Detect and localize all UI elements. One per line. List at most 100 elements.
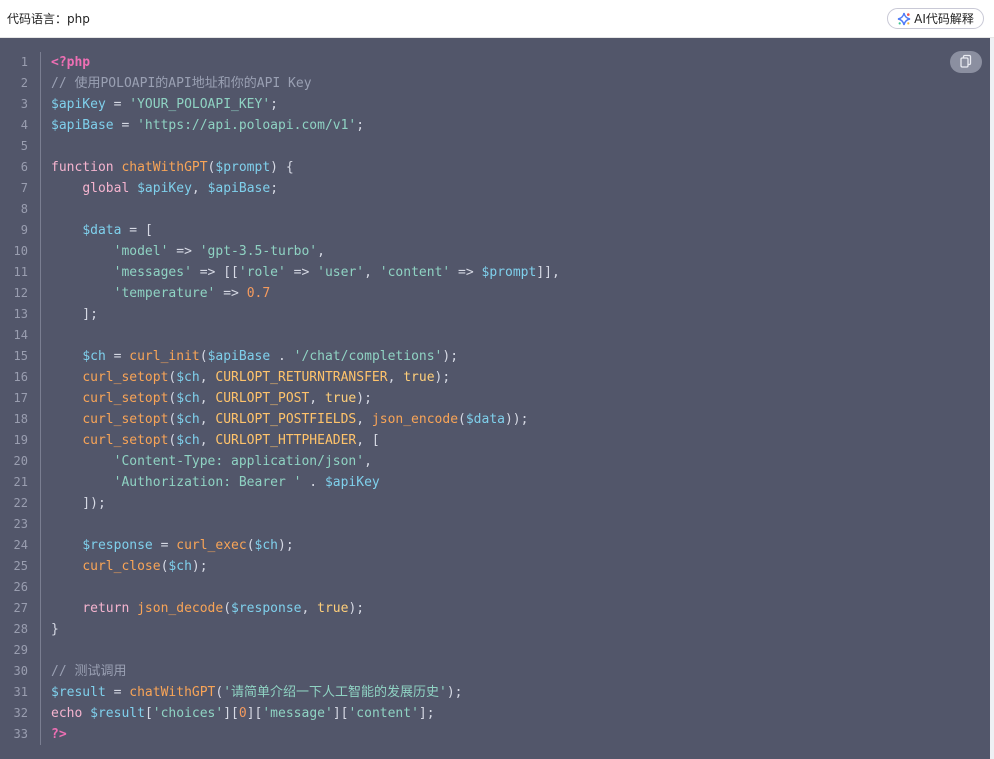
code-line: 30 // 测试调用 <box>0 661 940 682</box>
code-text: $apiKey = 'YOUR_POLOAPI_KEY'; <box>51 94 278 115</box>
code-line: 21 'Authorization: Bearer ' . $apiKey <box>0 472 940 493</box>
ai-code-explain-button[interactable]: AI代码解释 <box>887 8 984 29</box>
code-token: = <box>105 349 130 364</box>
code-token: 'user' <box>317 265 365 280</box>
code-token: $result <box>90 706 145 721</box>
copy-code-button[interactable] <box>950 51 982 73</box>
code-line: 3 $apiKey = 'YOUR_POLOAPI_KEY'; <box>0 94 940 115</box>
line-number: 4 <box>20 118 28 132</box>
code-text: $response = curl_exec($ch); <box>51 535 293 556</box>
code-line: 1 <?php <box>0 52 940 73</box>
code-token: curl_init <box>129 349 200 364</box>
code-token: global <box>82 181 130 196</box>
code-token: curl_exec <box>176 538 247 553</box>
code-token: curl_setopt <box>82 370 169 385</box>
code-text: ?> <box>51 724 67 745</box>
code-token: $apiKey <box>324 475 380 490</box>
code-token: ); <box>446 685 463 700</box>
line-number: 7 <box>20 181 28 195</box>
code-language-label: 代码语言：php <box>7 12 90 26</box>
line-number: 18 <box>13 412 28 426</box>
code-token: function <box>51 160 114 175</box>
code-line: 8 <box>0 199 940 220</box>
line-number: 23 <box>13 517 28 531</box>
code-token: 'role' <box>238 265 286 280</box>
line-number: 25 <box>13 559 28 573</box>
code-line: 2 // 使用POLOAPI的API地址和你的API Key <box>0 73 940 94</box>
code-token: 'https://api.poloapi.com/v1' <box>137 118 357 133</box>
code-text: ]); <box>51 493 106 514</box>
code-line: 23 <box>0 514 940 535</box>
code-token: $apiBase <box>207 349 271 364</box>
code-token: CURLOPT_HTTPHEADER <box>215 433 357 448</box>
code-text: // 使用POLOAPI的API地址和你的API Key <box>51 73 312 94</box>
code-token: 'choices' <box>152 706 224 721</box>
code-token: ]], <box>536 265 560 280</box>
code-token: curl_setopt <box>82 412 169 427</box>
code-token: ][ <box>332 706 349 721</box>
code-text: function chatWithGPT($prompt) { <box>51 157 294 178</box>
line-number: 8 <box>20 202 28 216</box>
code-token: ); <box>442 349 459 364</box>
code-token: CURLOPT_POSTFIELDS <box>215 412 357 427</box>
copy-icon <box>959 53 973 72</box>
code-token: // 使用POLOAPI的API地址和你的API Key <box>51 76 312 91</box>
code-token: = <box>105 97 130 112</box>
code-token: , <box>309 391 325 406</box>
code-token: '/chat/completions' <box>293 349 443 364</box>
code-token: return <box>82 601 130 616</box>
code-token: ; <box>270 181 279 196</box>
line-number: 9 <box>20 223 28 237</box>
code-token: CURLOPT_POST <box>215 391 310 406</box>
line-number: 19 <box>13 433 28 447</box>
code-token: , <box>301 601 318 616</box>
code-token: 0 <box>238 706 247 721</box>
code-line: 11 'messages' => [['role' => 'user', 'co… <box>0 262 940 283</box>
code-token: echo <box>51 706 83 721</box>
code-token: , <box>199 391 216 406</box>
line-number: 17 <box>13 391 28 405</box>
code-token: true <box>317 601 349 616</box>
code-token: curl_close <box>82 559 161 574</box>
line-number: 26 <box>13 580 28 594</box>
code-line: 15 $ch = curl_init($apiBase . '/chat/com… <box>0 346 940 367</box>
line-number: 14 <box>13 328 28 342</box>
code-line: 18 curl_setopt ($ch, CURLOPT_POSTFIELDS, … <box>0 409 940 430</box>
code-token: , <box>356 412 372 427</box>
code-line: 16 curl_setopt($ch, CURLOPT_RETURNTRANSF… <box>0 367 940 388</box>
code-text: curl_close($ch); <box>51 556 207 577</box>
code-token: = <box>152 538 177 553</box>
code-line: 22 ]); <box>0 493 940 514</box>
code-block-header: 代码语言：php AI代码解释 <box>0 0 994 38</box>
line-number: 16 <box>13 370 28 384</box>
code-line: 12 'temperature' => 0.7 <box>0 283 940 304</box>
code-token: )); <box>504 412 529 427</box>
line-number: 29 <box>13 643 28 657</box>
code-token: true <box>403 370 435 385</box>
code-line: 9 $data = [ <box>0 220 940 241</box>
code-token: $prompt <box>481 265 537 280</box>
code-text: curl_setopt($ch, CURLOPT_HTTPHEADER, [ <box>51 430 379 451</box>
code-token: 'Authorization: Bearer ' <box>113 475 302 490</box>
code-text: echo $result['choices'][0]['message']['c… <box>51 703 435 724</box>
line-number: 5 <box>20 139 28 153</box>
code-text: // 测试调用 <box>51 661 126 682</box>
code-token: true <box>324 391 357 406</box>
code-token: $apiBase <box>51 118 114 133</box>
code-lines[interactable]: 1 <?php 2 // 使用POLOAPI的API地址和你的API Key 3 $api… <box>0 52 940 745</box>
code-token: $apiBase <box>207 181 271 196</box>
code-token: $apiKey <box>137 181 192 196</box>
code-token: ( <box>199 349 208 364</box>
code-token: => <box>215 286 247 301</box>
code-token: => <box>191 265 224 280</box>
code-line: 14 <box>0 325 940 346</box>
line-number: 6 <box>20 160 28 174</box>
code-text: } <box>51 619 59 640</box>
line-number: 1 <box>20 55 28 69</box>
